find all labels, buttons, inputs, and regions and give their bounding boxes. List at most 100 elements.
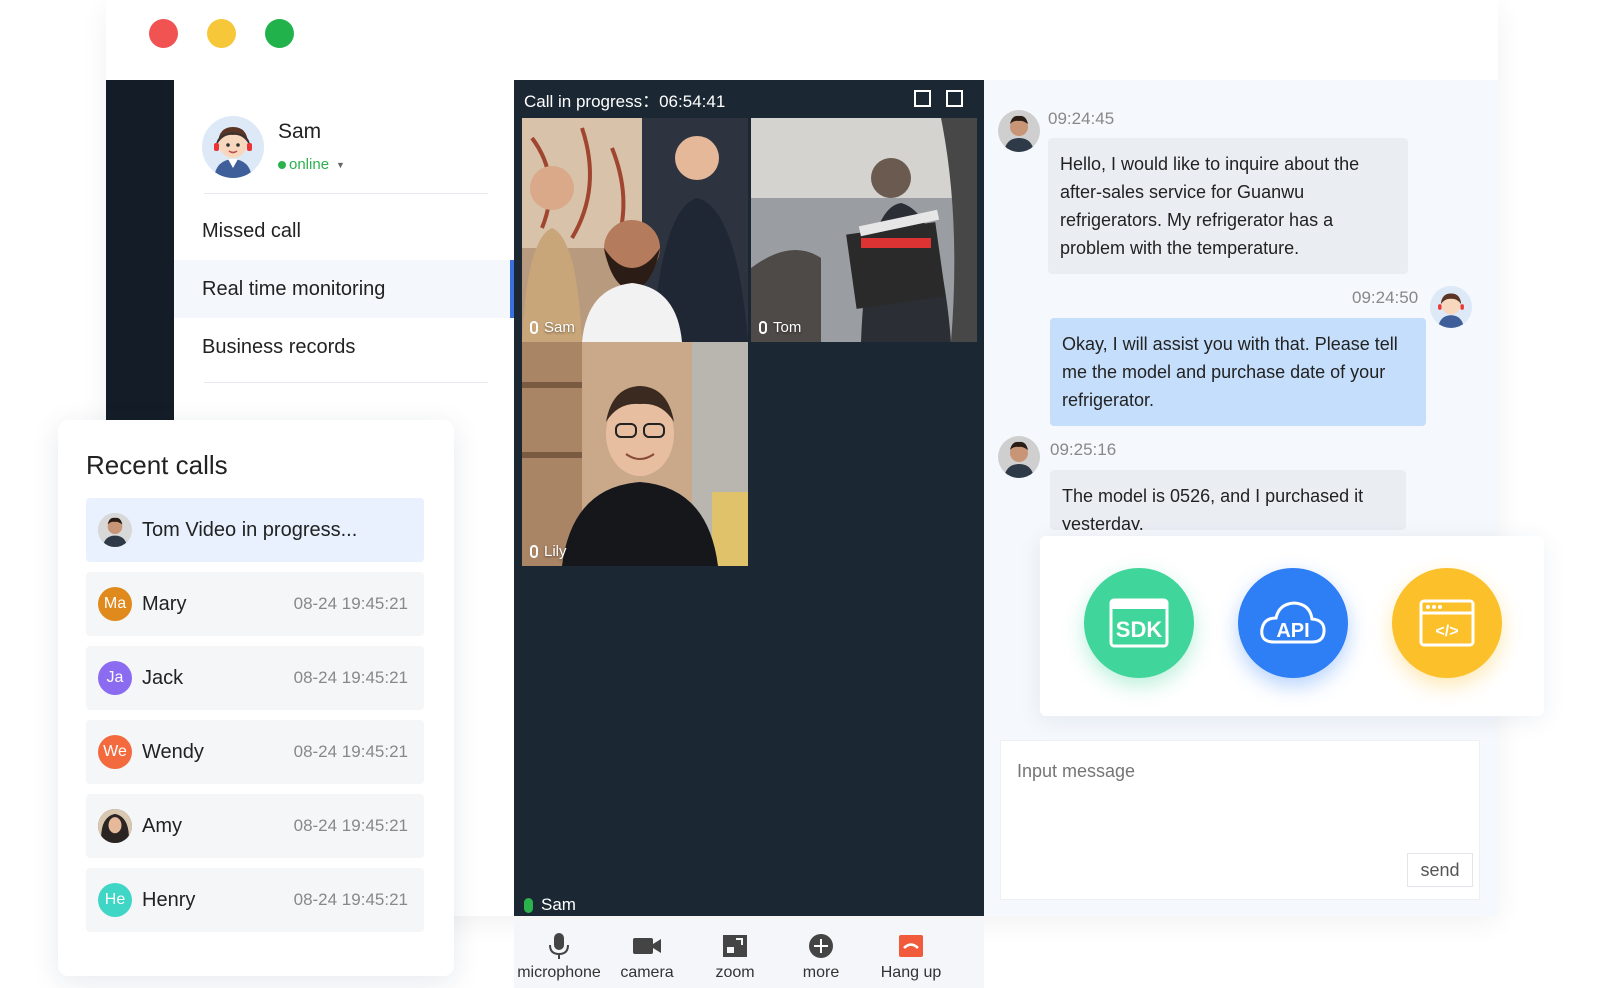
close-window-button[interactable] [149, 19, 178, 48]
camera-button[interactable]: camera [602, 932, 692, 982]
caller-name: Amy [142, 814, 182, 837]
hang-up-button[interactable]: Hang up [866, 932, 956, 982]
code-embed-button[interactable]: </> [1392, 568, 1502, 678]
sidebar-item-real-time-monitoring[interactable]: Real time monitoring [174, 260, 514, 318]
tool-label: SDK [1116, 617, 1163, 642]
user-status-dropdown[interactable]: online ▼ [278, 156, 345, 173]
message-bubble-incoming: The model is 0526, and I purchased it ye… [1050, 470, 1406, 530]
call-row-jack[interactable]: Ja Jack 08-24 19:45:21 [86, 646, 424, 710]
microphone-icon [759, 321, 767, 334]
caller-name: Henry [142, 888, 196, 911]
plus-circle-icon [809, 934, 833, 958]
maximize-window-button[interactable] [265, 19, 294, 48]
participant-label: Sam [530, 319, 575, 336]
sdk-button[interactable]: SDK [1084, 568, 1194, 678]
call-row-mary[interactable]: Ma Mary 08-24 19:45:21 [86, 572, 424, 636]
message-bubble-outgoing: Okay, I will assist you with that. Pleas… [1050, 318, 1426, 426]
app-stage: Sam online ▼ Missed call Real time monit… [0, 0, 1600, 988]
message-time: 09:24:50 [1352, 288, 1419, 307]
message-input[interactable] [1017, 761, 1417, 782]
avatar: Ma [98, 587, 132, 621]
video-feed-image [751, 118, 977, 342]
avatar [98, 809, 132, 843]
participant-name: Sam [544, 319, 575, 336]
video-tile-lily[interactable]: Lily [522, 342, 748, 566]
microphone-icon [530, 321, 538, 334]
more-button[interactable]: more [776, 932, 866, 982]
video-feed-image [522, 118, 748, 342]
call-row-henry[interactable]: He Henry 08-24 19:45:21 [86, 868, 424, 932]
sdk-icon: SDK [1109, 598, 1169, 648]
call-status-text: Call in progress：06:54:41 [524, 91, 726, 111]
app-nav-rail [106, 80, 174, 420]
microphone-active-icon [524, 897, 533, 913]
microphone-button[interactable]: microphone [514, 932, 604, 982]
control-label: microphone [517, 964, 601, 981]
integration-tools-card: SDK API </> [1040, 536, 1544, 716]
hang-up-icon [899, 935, 923, 957]
active-call-text: Tom Video in progress... [142, 518, 358, 541]
call-time: 08-24 19:45:21 [293, 742, 408, 761]
participant-label: Lily [530, 543, 567, 560]
active-call-row[interactable]: Tom Video in progress... [86, 498, 424, 562]
zoom-button[interactable]: zoom [690, 932, 780, 982]
user-avatar [202, 116, 264, 178]
message-composer: send [1000, 740, 1480, 900]
sidebar-divider [204, 382, 488, 383]
avatar: Ja [98, 661, 132, 695]
user-status-label: online [289, 156, 330, 173]
user-name: Sam [278, 120, 322, 143]
call-row-wendy[interactable]: We Wendy 08-24 19:45:21 [86, 720, 424, 784]
recent-calls-title: Recent calls [86, 450, 228, 480]
caller-name: Mary [142, 592, 187, 615]
message-time: 09:24:45 [1048, 109, 1115, 128]
cloud-api-icon: API [1260, 601, 1326, 644]
microphone-icon [549, 933, 569, 959]
agent-avatar [1430, 286, 1472, 328]
call-time: 08-24 19:45:21 [293, 668, 408, 687]
participant-name: Tom [773, 319, 802, 336]
chevron-down-icon: ▼ [336, 159, 345, 170]
sidebar-item-missed-call[interactable]: Missed call [174, 202, 514, 260]
call-row-amy[interactable]: Amy 08-24 19:45:21 [86, 794, 424, 858]
minimize-window-button[interactable] [207, 19, 236, 48]
call-time: 08-24 19:45:21 [293, 816, 408, 835]
message-bubble-incoming: Hello, I would like to inquire about the… [1048, 138, 1408, 274]
online-dot-icon [278, 160, 286, 169]
code-window-icon: </> [1419, 599, 1475, 647]
microphone-icon [530, 545, 538, 558]
zoom-icon [723, 935, 747, 957]
recent-calls-panel: Recent calls Tom Video in progress... Ma… [58, 420, 454, 976]
caller-name: Jack [142, 666, 184, 689]
active-speaker-name: Sam [541, 895, 576, 914]
window-titlebar [106, 0, 1498, 80]
control-label: more [802, 964, 840, 981]
call-time: 08-24 19:45:21 [293, 890, 408, 909]
send-button[interactable]: send [1407, 853, 1473, 887]
avatar [98, 513, 132, 547]
tool-label: </> [1435, 623, 1458, 640]
participant-label: Tom [759, 319, 801, 336]
avatar: We [98, 735, 132, 769]
customer-avatar [998, 436, 1040, 478]
active-speaker: Sam [524, 895, 576, 915]
sidebar-item-business-records[interactable]: Business records [174, 318, 514, 376]
video-feed-image [522, 342, 748, 566]
sidebar-divider [204, 193, 488, 194]
control-label: zoom [715, 964, 755, 981]
picture-in-picture-icon[interactable] [914, 90, 931, 107]
tool-label: API [1276, 620, 1309, 642]
message-time: 09:25:16 [1050, 440, 1117, 459]
sidebar-item-label: Real time monitoring [202, 277, 386, 300]
customer-avatar [998, 110, 1040, 152]
caller-name: Wendy [142, 740, 204, 763]
call-controls: microphone camera zoom more Hang up [514, 920, 984, 988]
call-header: Call in progress：06:54:41 [514, 80, 984, 118]
camera-icon [633, 938, 661, 954]
call-time: 08-24 19:45:21 [293, 594, 408, 613]
video-tile-tom[interactable]: Tom [751, 118, 977, 342]
api-button[interactable]: API [1238, 568, 1348, 678]
video-call-panel: Call in progress：06:54:41 Sam Tom Lily S… [514, 80, 984, 988]
video-tile-sam[interactable]: Sam [522, 118, 748, 342]
fullscreen-icon[interactable] [946, 90, 963, 107]
